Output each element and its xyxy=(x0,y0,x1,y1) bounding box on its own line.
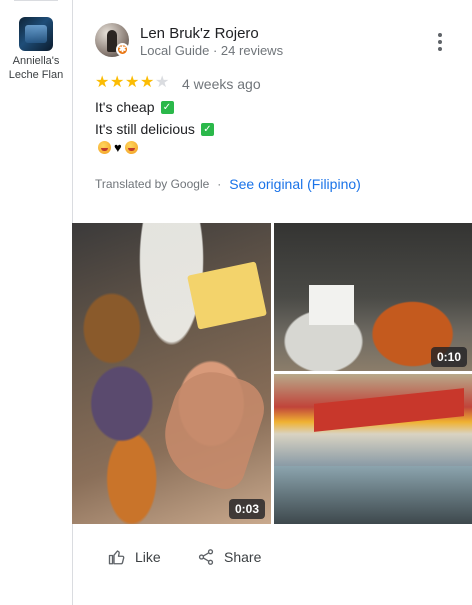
review-date: 4 weeks ago xyxy=(182,76,261,92)
see-original-link[interactable]: See original (Filipino) xyxy=(229,176,361,192)
video-duration-badge: 0:10 xyxy=(431,347,468,367)
rail-divider xyxy=(14,0,58,1)
laughing-face-icon xyxy=(98,141,111,154)
review-text-line: It's cheap ✓ xyxy=(95,99,174,115)
star-icon: ★ xyxy=(110,74,125,91)
like-button[interactable]: Like xyxy=(108,548,161,566)
review-text-line: It's still delicious ✓ xyxy=(95,121,214,137)
translated-label: Translated by Google xyxy=(95,177,210,191)
reviewer-name[interactable]: Len Bruk'z Rojero xyxy=(140,25,259,42)
place-thumbnail[interactable] xyxy=(19,17,53,51)
emoji-row: ♥ xyxy=(98,141,138,154)
black-heart-icon: ♥ xyxy=(114,140,122,155)
share-icon xyxy=(198,549,214,565)
share-button[interactable]: Share xyxy=(197,548,261,566)
translation-row: Translated by Google · See original (Fil… xyxy=(95,176,361,192)
review-photo-3[interactable] xyxy=(274,374,472,524)
place-name[interactable]: Anniella's Leche Flan xyxy=(2,54,70,82)
share-label: Share xyxy=(224,549,262,565)
check-mark-icon: ✓ xyxy=(160,100,174,114)
separator: · xyxy=(217,177,222,191)
local-guide-badge-icon: ✱ xyxy=(116,43,129,56)
star-icon: ★ xyxy=(125,74,140,91)
reviewer-meta: Local Guide · 24 reviews xyxy=(140,43,284,58)
review-text: It's still delicious xyxy=(95,121,195,137)
check-mark-icon: ✓ xyxy=(200,122,214,136)
star-icon: ★ xyxy=(95,74,110,91)
thumbs-up-icon xyxy=(108,550,125,565)
like-label: Like xyxy=(135,549,161,565)
video-duration-badge: 0:03 xyxy=(229,499,266,519)
review-text: It's cheap xyxy=(95,99,155,115)
review-video-1[interactable]: 0:03 xyxy=(72,223,271,524)
star-rating: ★ ★ ★ ★ ★ xyxy=(95,75,170,91)
more-options-icon[interactable] xyxy=(432,33,448,51)
left-rail: Anniella's Leche Flan xyxy=(0,0,73,605)
star-empty-icon: ★ xyxy=(155,74,170,91)
star-icon: ★ xyxy=(140,74,155,91)
review-card: ✱ Len Bruk'z Rojero Local Guide · 24 rev… xyxy=(72,0,472,605)
review-video-2[interactable]: 0:10 xyxy=(274,223,472,371)
laughing-face-icon xyxy=(124,141,138,154)
